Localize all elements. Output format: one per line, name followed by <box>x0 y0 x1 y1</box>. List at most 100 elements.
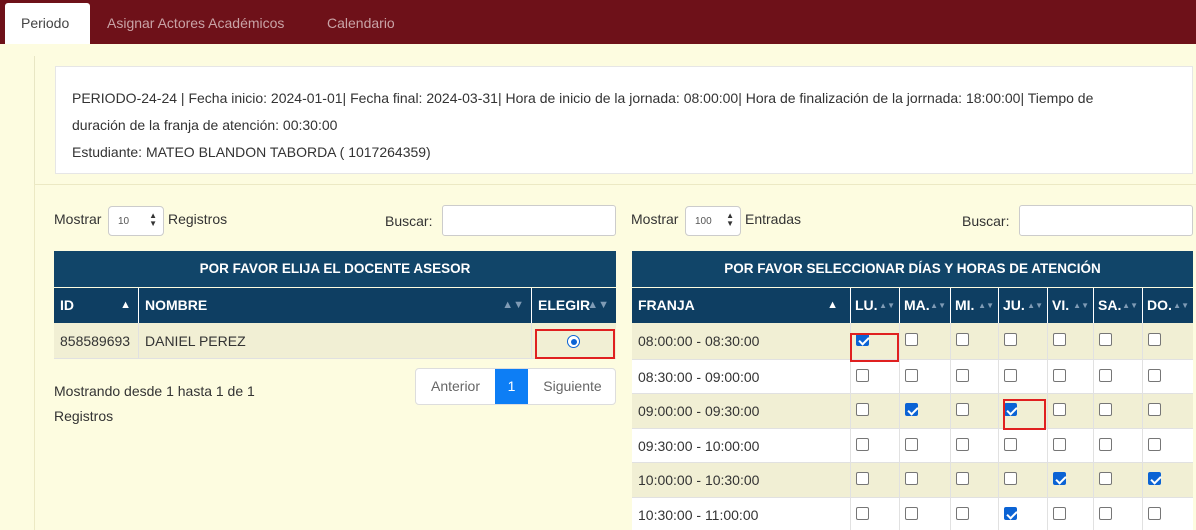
header-lu[interactable]: LU. ▲▼ <box>851 288 900 323</box>
cell-sa <box>1094 360 1143 394</box>
header-elegir-label: ELEGIR <box>538 297 591 313</box>
tab-periodo[interactable]: Periodo <box>5 3 90 44</box>
day-mi-checkbox[interactable] <box>956 507 969 520</box>
day-mi-checkbox[interactable] <box>956 438 969 451</box>
day-do-checkbox[interactable] <box>1148 507 1161 520</box>
day-sa-checkbox[interactable] <box>1099 333 1112 346</box>
day-ju-checkbox[interactable] <box>1004 369 1017 382</box>
header-ju[interactable]: JU. ▲▼ <box>999 288 1048 323</box>
day-sa-checkbox[interactable] <box>1099 472 1112 485</box>
header-sa[interactable]: SA. ▲▼ <box>1094 288 1143 323</box>
cell-lu <box>851 498 900 530</box>
cell-mi <box>951 429 999 463</box>
day-do-checkbox[interactable] <box>1148 438 1161 451</box>
header-franja[interactable]: FRANJA ▲ <box>632 288 851 323</box>
day-vi-checkbox[interactable] <box>1053 438 1066 451</box>
day-lu-checkbox[interactable] <box>856 403 869 416</box>
day-lu-checkbox[interactable] <box>856 438 869 451</box>
header-mi[interactable]: MI. ▲▼ <box>951 288 999 323</box>
cell-vi <box>1048 429 1094 463</box>
table-row: 10:30:00 - 11:00:00 <box>632 498 1193 530</box>
highlight-box <box>1003 399 1046 430</box>
pagination-next[interactable]: Siguiente <box>528 369 615 404</box>
day-vi-checkbox[interactable] <box>1053 333 1066 346</box>
header-do-label: DO. <box>1147 297 1172 313</box>
cell-mi <box>951 323 999 360</box>
day-ju-checkbox[interactable] <box>1004 333 1017 346</box>
right-table-title: POR FAVOR SELECCIONAR DÍAS Y HORAS DE AT… <box>632 251 1193 287</box>
day-ma-checkbox[interactable] <box>905 369 918 382</box>
day-sa-checkbox[interactable] <box>1099 507 1112 520</box>
table-row[interactable]: 858589693 DANIEL PEREZ <box>54 323 616 359</box>
day-vi-checkbox[interactable] <box>1053 507 1066 520</box>
day-ma-checkbox[interactable] <box>905 472 918 485</box>
day-ma-checkbox[interactable] <box>905 403 918 416</box>
header-nombre-label: NOMBRE <box>145 297 208 313</box>
cell-sa <box>1094 323 1143 360</box>
pagination-page-1[interactable]: 1 <box>495 369 528 404</box>
day-ma-checkbox[interactable] <box>905 438 918 451</box>
tab-calendario[interactable]: Calendario <box>311 3 411 44</box>
day-vi-checkbox[interactable] <box>1053 403 1066 416</box>
cell-ma <box>900 498 951 530</box>
day-sa-checkbox[interactable] <box>1099 369 1112 382</box>
cell-sa <box>1094 463 1143 498</box>
left-search-input[interactable] <box>442 205 616 236</box>
cell-franja: 09:30:00 - 10:00:00 <box>632 429 851 463</box>
day-mi-checkbox[interactable] <box>956 333 969 346</box>
cell-ju <box>999 429 1048 463</box>
day-lu-checkbox[interactable] <box>856 472 869 485</box>
header-ma[interactable]: MA. ▲▼ <box>900 288 951 323</box>
day-sa-checkbox[interactable] <box>1099 403 1112 416</box>
day-ma-checkbox[interactable] <box>905 507 918 520</box>
day-mi-checkbox[interactable] <box>956 369 969 382</box>
day-lu-checkbox[interactable] <box>856 507 869 520</box>
sort-icon: ▲▼ <box>1027 301 1043 310</box>
cell-sa <box>1094 498 1143 530</box>
left-page-size-select[interactable]: 10 ▲ ▼ <box>108 206 164 236</box>
tab-asignar-actores[interactable]: Asignar Actores Académicos <box>91 3 300 44</box>
cell-franja: 08:30:00 - 09:00:00 <box>632 360 851 394</box>
cell-mi <box>951 360 999 394</box>
cell-vi <box>1048 463 1094 498</box>
day-vi-checkbox[interactable] <box>1053 369 1066 382</box>
table-row: 08:30:00 - 09:00:00 <box>632 360 1193 394</box>
day-mi-checkbox[interactable] <box>956 472 969 485</box>
cell-lu <box>851 360 900 394</box>
table-row: 10:00:00 - 10:30:00 <box>632 463 1193 498</box>
day-ju-checkbox[interactable] <box>1004 438 1017 451</box>
day-do-checkbox[interactable] <box>1148 333 1161 346</box>
header-vi[interactable]: VI. ▲▼ <box>1048 288 1094 323</box>
sort-icon: ▲▼ <box>1073 301 1089 310</box>
select-arrows-icon: ▲ ▼ <box>726 211 734 228</box>
cell-ju <box>999 498 1048 530</box>
day-do-checkbox[interactable] <box>1148 472 1161 485</box>
day-ju-checkbox[interactable] <box>1004 507 1017 520</box>
cell-do <box>1143 498 1193 530</box>
header-elegir[interactable]: ELEGIR ▲▼ <box>532 288 616 323</box>
header-franja-label: FRANJA <box>638 297 695 313</box>
day-do-checkbox[interactable] <box>1148 369 1161 382</box>
sort-asc-icon: ▲ <box>827 299 838 311</box>
header-nombre[interactable]: NOMBRE ▲▼ <box>139 288 532 323</box>
left-info-text: Mostrando desde 1 hasta 1 de 1 <box>54 383 255 399</box>
sort-asc-icon: ▲ <box>120 299 131 311</box>
table-row: 09:00:00 - 09:30:00 <box>632 394 1193 429</box>
day-vi-checkbox[interactable] <box>1053 472 1066 485</box>
cell-ju <box>999 323 1048 360</box>
day-do-checkbox[interactable] <box>1148 403 1161 416</box>
table-row: 09:30:00 - 10:00:00 <box>632 429 1193 463</box>
day-mi-checkbox[interactable] <box>956 403 969 416</box>
right-page-size-select[interactable]: 100 ▲ ▼ <box>685 206 741 236</box>
pagination-prev[interactable]: Anterior <box>416 369 495 404</box>
header-do[interactable]: DO. ▲▼ <box>1143 288 1193 323</box>
cell-vi <box>1048 394 1094 429</box>
day-sa-checkbox[interactable] <box>1099 438 1112 451</box>
day-ma-checkbox[interactable] <box>905 333 918 346</box>
content-left-border <box>34 185 35 530</box>
header-id[interactable]: ID ▲ <box>54 288 139 323</box>
period-info: PERIODO-24-24 | Fecha inicio: 2024-01-01… <box>55 66 1193 174</box>
day-lu-checkbox[interactable] <box>856 369 869 382</box>
day-ju-checkbox[interactable] <box>1004 472 1017 485</box>
right-search-input[interactable] <box>1019 205 1193 236</box>
